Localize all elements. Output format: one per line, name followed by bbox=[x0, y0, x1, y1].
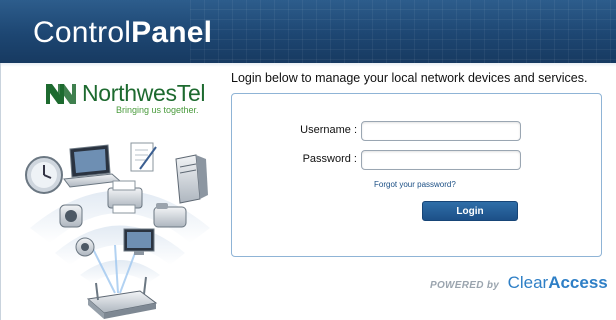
app-title-regular: Control bbox=[33, 16, 132, 49]
wifi-arc-inner bbox=[80, 260, 160, 283]
powered-by-label: POWERED by bbox=[430, 280, 500, 291]
monitor-icon bbox=[123, 228, 155, 255]
username-input[interactable] bbox=[361, 121, 521, 141]
clearaccess-brand-bold: Access bbox=[548, 273, 608, 292]
clearaccess-logo: ClearAccess bbox=[508, 273, 608, 292]
clearaccess-brand-regular: Clear bbox=[507, 273, 549, 292]
phone-icon bbox=[153, 203, 187, 228]
network-illustration bbox=[25, 142, 210, 319]
printer-icon bbox=[107, 180, 143, 214]
page-left-border bbox=[0, 63, 1, 320]
app-title: ControlPanel bbox=[33, 16, 212, 50]
router-icon bbox=[86, 276, 158, 319]
wifi-arc-middle bbox=[55, 225, 185, 265]
powered-by-clearaccess: POWERED by ClearAccess bbox=[430, 273, 608, 293]
northwestel-logo-icon bbox=[46, 84, 76, 104]
header-divider bbox=[0, 63, 616, 67]
login-form: Username : Password : Forgot your passwo… bbox=[231, 93, 602, 257]
server-icon bbox=[175, 154, 208, 204]
password-input[interactable] bbox=[361, 150, 521, 170]
forgot-password-link[interactable]: Forgot your password? bbox=[374, 180, 456, 189]
app-header: ControlPanel bbox=[0, 0, 616, 63]
login-intro-text: Login below to manage your local network… bbox=[231, 71, 588, 85]
logo-name: NorthwesTel bbox=[82, 80, 206, 106]
document-icon bbox=[130, 142, 157, 172]
logo-tagline: Bringing us together. bbox=[116, 105, 199, 115]
login-button[interactable]: Login bbox=[422, 201, 518, 221]
laptop-icon bbox=[63, 144, 122, 188]
password-label: Password : bbox=[302, 153, 357, 165]
clock-icon bbox=[25, 156, 63, 194]
header-grid-pattern bbox=[190, 0, 616, 63]
username-label: Username : bbox=[300, 124, 357, 136]
northwestel-logo: NorthwesTel Bringing us together. bbox=[46, 80, 206, 120]
username-row: Username : bbox=[232, 121, 601, 141]
password-row: Password : bbox=[232, 150, 601, 170]
app-title-bold: Panel bbox=[131, 16, 213, 49]
